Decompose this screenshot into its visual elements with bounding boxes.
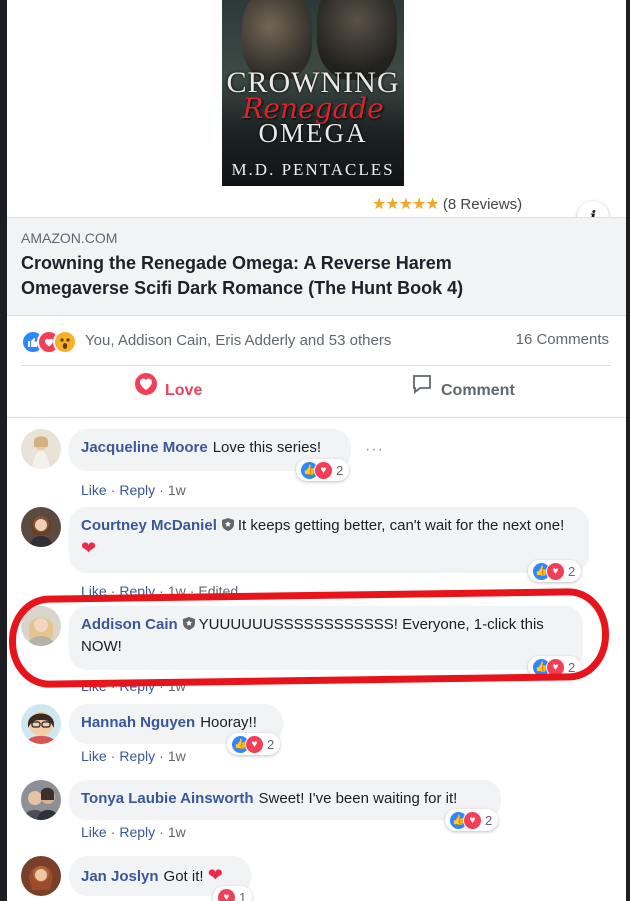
review-count: (8 Reviews) [442,196,523,213]
comment-icon [411,367,433,415]
avatar[interactable] [21,606,61,646]
link-domain: AMAZON.COM [21,230,118,246]
love-reaction-icon: ♥ [314,461,333,481]
reaction-count: 2 [485,812,493,828]
avatar[interactable] [21,704,61,744]
cover-title-line3: OMEGA [258,118,368,148]
love-button-label: Love [165,382,203,400]
top-fan-badge-icon [182,617,195,630]
like-link[interactable]: Like [81,748,107,764]
comment-button[interactable]: Comment [411,367,515,415]
commenter-name[interactable]: Jan Joslyn [81,868,159,885]
comment-reactions[interactable]: 👍 ♥ 2 [445,809,499,831]
comment-time[interactable]: 1w [168,748,186,764]
reaction-count: 2 [336,462,344,478]
reaction-count: 2 [267,736,275,752]
like-link[interactable]: Like [81,583,107,599]
cover-author: M.D. PENTACLES [231,160,395,179]
like-link[interactable]: Like [81,482,107,498]
comment-reactions[interactable]: ♥ 1 [213,886,253,901]
love-reaction-icon: ♥ [217,888,236,901]
love-button[interactable]: Love [135,367,202,415]
reaction-count: 1 [239,889,247,901]
comment-reactions[interactable]: 👍 ♥ 2 [296,459,350,481]
link-preview-image-area[interactable]: CROWNING Renegade OMEGA M.D. PENTACLES ★… [7,0,626,233]
heart-emoji-icon: ❤ [207,865,223,885]
comment-reactions[interactable]: 👍 ♥ 2 [528,656,582,678]
comment-bubble: Addison Cain YUUUUUUSSSSSSSSSSSS! Everyon… [69,606,583,670]
commenter-name[interactable]: Courtney McDaniel [81,517,217,534]
divider [21,365,611,366]
book-cover-image[interactable]: CROWNING Renegade OMEGA M.D. PENTACLES [222,0,404,186]
comment-text: Sweet! I've been waiting for it! [258,790,458,807]
comment-meta: Like · Reply · 1w [81,824,186,840]
avatar[interactable] [21,429,61,469]
reply-link[interactable]: Reply [119,482,155,498]
love-reaction-icon: ♥ [546,562,565,582]
link-preview[interactable]: AMAZON.COM Crowning the Renegade Omega: … [7,217,626,316]
comment-text: It keeps getting better, can't wait for … [237,517,565,534]
reaction-count: 2 [568,563,576,579]
avatar[interactable] [21,780,61,820]
reply-link[interactable]: Reply [119,824,155,840]
reactions-summary: You, Addison Cain, Eris Adderly and 53 o… [7,315,626,365]
comment-reactions[interactable]: 👍 ♥ 2 [227,733,281,755]
love-reaction-icon: ♥ [245,735,264,755]
top-fan-badge-icon [221,518,234,531]
avatar[interactable] [21,856,61,896]
avatar[interactable] [21,507,61,547]
reply-link[interactable]: Reply [119,678,155,694]
star-rating-icon: ★★★★★ [372,196,440,213]
reaction-count: 2 [568,659,576,675]
like-link[interactable]: Like [81,678,107,694]
commenter-name[interactable]: Tonya Laubie Ainsworth [81,790,254,807]
heart-emoji-icon: ❤ [81,538,97,558]
comment-text: Hooray!! [200,714,257,731]
post-actions: Love Comment [7,367,626,415]
comment-time[interactable]: 1w [168,482,186,498]
commenter-name[interactable]: Addison Cain [81,616,178,633]
comment-time[interactable]: 1w [168,678,186,694]
comment-text: Got it! [163,868,204,885]
commenter-name[interactable]: Jacqueline Moore [81,439,208,456]
comment-button-label: Comment [441,382,515,400]
comment-count[interactable]: 16 Comments [516,331,609,348]
comment-time[interactable]: 1w [168,824,186,840]
comment-meta: Like · Reply · 1w · Edited [81,583,239,599]
commenter-name[interactable]: Hannah Nguyen [81,714,195,731]
comment-bubble: Courtney McDaniel It keeps getting better… [69,507,589,573]
reactions-summary-text[interactable]: You, Addison Cain, Eris Adderly and 53 o… [85,332,391,349]
love-reaction-icon: ♥ [463,811,482,831]
comment-time[interactable]: 1w [168,583,186,599]
reply-link[interactable]: Reply [119,748,155,764]
post-card: CROWNING Renegade OMEGA M.D. PENTACLES ★… [7,0,626,901]
link-title[interactable]: Crowning the Renegade Omega: A Reverse H… [21,251,561,301]
comment-reactions[interactable]: 👍 ♥ 2 [528,560,582,582]
wow-reaction-icon [53,330,77,354]
comment-meta: Like · Reply · 1w [81,748,186,764]
comment-meta: Like · Reply · 1w [81,678,186,694]
love-icon [135,367,157,415]
comments-section: Jacqueline Moore Love this series! ··· 👍 ♥… [7,417,626,901]
love-reaction-icon: ♥ [546,658,565,678]
more-options-icon[interactable]: ··· [365,441,384,459]
comment-text: Love this series! [212,439,322,456]
edited-label[interactable]: Edited [198,583,238,599]
like-link[interactable]: Like [81,824,107,840]
comment-bubble: Tonya Laubie Ainsworth Sweet! I've been w… [69,780,501,820]
comment-meta: Like · Reply · 1w [81,482,186,498]
reply-link[interactable]: Reply [119,583,155,599]
review-rating: ★★★★★ (8 Reviews) [372,194,522,214]
